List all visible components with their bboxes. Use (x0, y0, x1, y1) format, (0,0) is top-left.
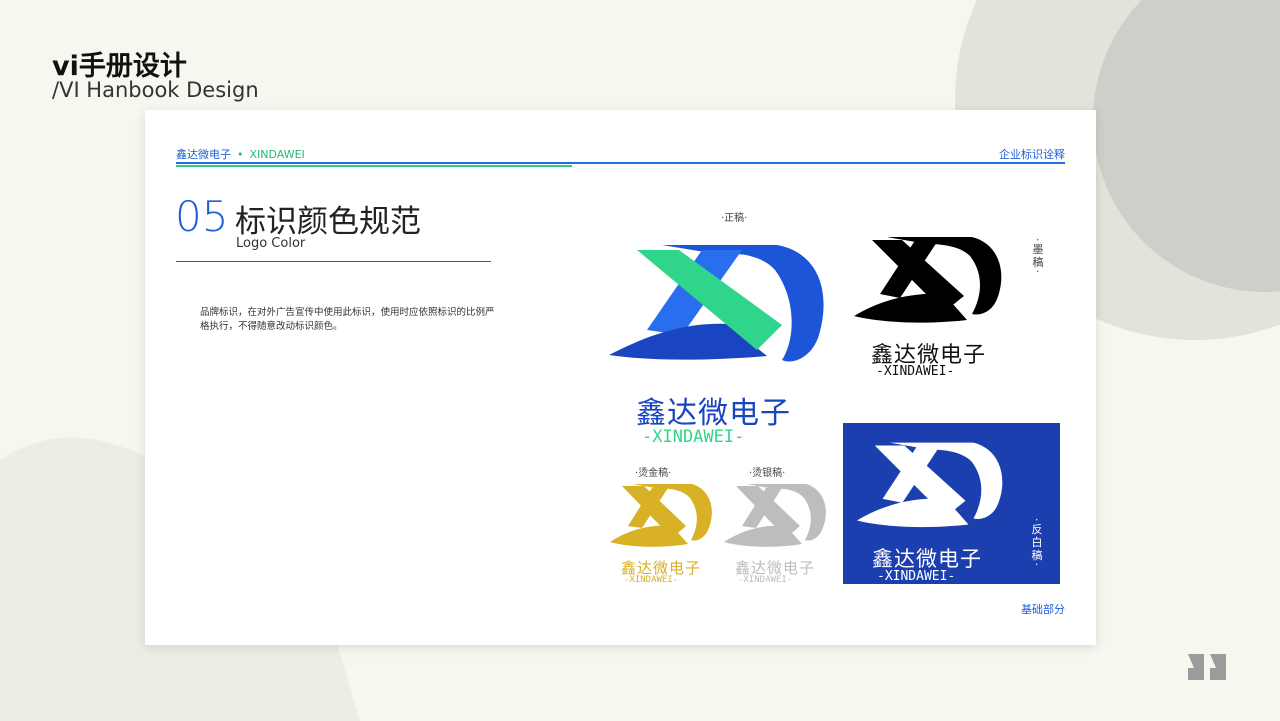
silver-logo-mark-icon (724, 484, 826, 547)
brand-en-name: XINDAWEI (249, 148, 305, 161)
reverse-logo-en-text: -XINDAWEI- (877, 569, 956, 584)
gold-logo-en-text: -XINDAWEI- (624, 575, 679, 585)
card-header-brand: 鑫达微电子 • XINDAWEI (176, 146, 305, 162)
section-title: 标识颜色规范 (235, 204, 421, 240)
separator-dot-icon: • (237, 148, 244, 161)
silver-logo-label: ·烫银稿· (749, 468, 786, 479)
gold-logo-mark-icon (610, 484, 712, 547)
primary-logo-mark-icon (609, 245, 824, 362)
footer-section-label: 基础部分 (1021, 603, 1065, 616)
vi-manual-card: 鑫达微电子 • XINDAWEI 企业标识诠释 05 标识颜色规范 Logo Col… (145, 110, 1096, 645)
primary-logo-cn-text: 鑫达微电子 (636, 396, 791, 431)
reverse-logo-label: ·反白稿· (1030, 518, 1043, 568)
primary-logo-label: ·正稿· (721, 213, 748, 224)
section-subtitle: Logo Color (236, 236, 306, 251)
section-divider (176, 261, 491, 262)
black-logo-mark-icon (854, 237, 1002, 323)
header-divider-green (176, 165, 572, 167)
brand-cn-name: 鑫达微电子 (176, 148, 231, 161)
page-subtitle: /VI Hanbook Design (52, 78, 259, 102)
section-description: 品牌标识，在对外广告宣传中使用此标识，使用时应依照标识的比例严格执行，不得随意改… (200, 307, 495, 332)
header-divider-blue (176, 162, 1065, 164)
reverse-logo-mark-icon (856, 442, 1003, 528)
primary-logo-en-text: -XINDAWEI- (642, 427, 745, 447)
black-logo-label: ·墨稿· (1031, 238, 1044, 275)
black-logo-en-text: -XINDAWEI- (876, 364, 955, 379)
quote-mark-icon (1188, 654, 1226, 680)
gold-logo-label: ·烫金稿· (635, 468, 672, 479)
section-number: 05 (175, 192, 229, 241)
silver-logo-en-text: -XINDAWEI- (738, 575, 793, 585)
reverse-logo-panel: 鑫达微电子 -XINDAWEI- ·反白稿· (843, 423, 1060, 584)
section-category-label: 企业标识诠释 (999, 148, 1065, 161)
